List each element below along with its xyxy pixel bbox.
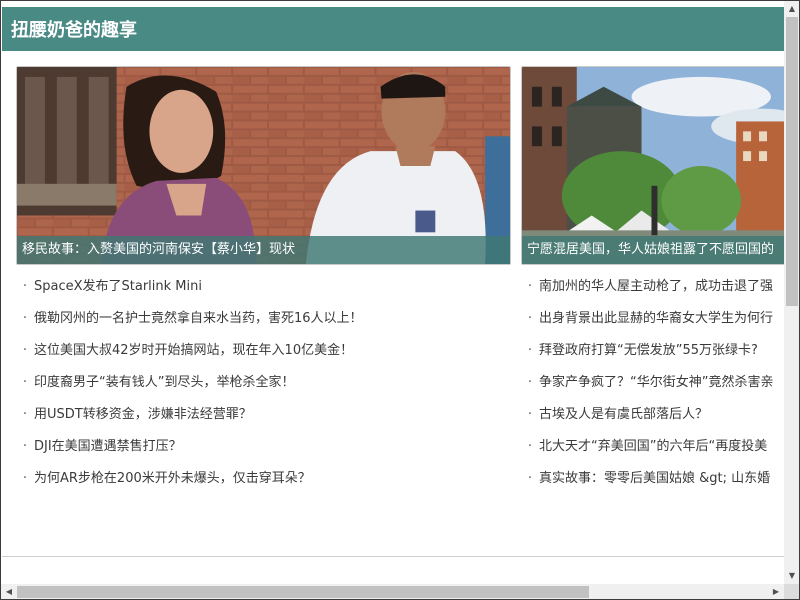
content-divider — [2, 556, 784, 557]
list-item[interactable]: · 拜登政府打算“无偿发放”55万张绿卡? — [521, 335, 784, 367]
list-item[interactable]: · DJI在美国遭遇禁售打压？ — [16, 431, 511, 463]
featured-card-left[interactable]: 移民故事：入赘美国的河南保安【蔡小华】现状 — [16, 66, 511, 265]
bullet: · — [22, 343, 28, 358]
scrollbar-corner — [784, 584, 799, 599]
list-item[interactable]: · 北大天才“弃美回国”的六年后“再度投美 — [521, 431, 784, 463]
featured-photo-town-street — [522, 67, 784, 264]
news-link[interactable]: SpaceX发布了Starlink Mini — [34, 279, 202, 294]
list-item[interactable]: · 用USDT转移资金，涉嫌非法经营罪？ — [16, 399, 511, 431]
featured-caption-left[interactable]: 移民故事：入赘美国的河南保安【蔡小华】现状 — [17, 236, 510, 264]
bullet: · — [527, 343, 533, 358]
list-item[interactable]: · 争家产争疯了？“华尔街女神”竟然杀害亲 — [521, 367, 784, 399]
list-item[interactable]: · 南加州的华人屋主动枪了，成功击退了强 — [521, 271, 784, 303]
scroll-left-arrow-icon[interactable]: ◀ — [1, 584, 17, 599]
vertical-scroll-thumb[interactable] — [786, 17, 798, 306]
featured-photo-brick-wall — [17, 67, 510, 264]
content-viewport: 移民故事：入赘美国的河南保安【蔡小华】现状 · SpaceX发布了Starlink… — [2, 51, 784, 556]
bullet: · — [22, 471, 28, 486]
news-link[interactable]: 古埃及人是有虞氏部落后人？ — [539, 407, 708, 422]
scroll-up-arrow-icon[interactable]: ▲ — [784, 1, 799, 17]
site-header: 扭腰奶爸的趣享 — [2, 7, 784, 51]
news-link[interactable]: 出身背景出此显赫的华裔女大学生为何行 — [539, 311, 773, 326]
bullet: · — [22, 407, 28, 422]
featured-card-right[interactable]: 宁愿混居美国，华人姑娘祖露了不愿回国的 — [521, 66, 784, 265]
news-link[interactable]: 北大天才“弃美回国”的六年后“再度投美 — [539, 439, 767, 454]
news-link[interactable]: 拜登政府打算“无偿发放”55万张绿卡? — [539, 343, 758, 358]
news-link[interactable]: 为何AR步枪在200米开外未爆头，仅击穿耳朵？ — [34, 471, 311, 486]
bullet: · — [527, 471, 533, 486]
site-title[interactable]: 扭腰奶爸的趣享 — [11, 19, 137, 43]
news-link[interactable]: 南加州的华人屋主动枪了，成功击退了强 — [539, 279, 773, 294]
list-item[interactable]: · SpaceX发布了Starlink Mini — [16, 271, 511, 303]
news-link[interactable]: 争家产争疯了？“华尔街女神”竟然杀害亲 — [539, 375, 773, 390]
news-link[interactable]: 这位美国大叔42岁时开始搞网站，现在年入10亿美金！ — [34, 343, 353, 358]
news-list-right: · 南加州的华人屋主动枪了，成功击退了强 · 出身背景出此显赫的华裔女大学生为何行 … — [521, 271, 784, 495]
bullet: · — [22, 279, 28, 294]
news-column-left: 移民故事：入赘美国的河南保安【蔡小华】现状 · SpaceX发布了Starlink… — [16, 51, 511, 556]
bullet: · — [527, 311, 533, 326]
list-item[interactable]: · 印度裔男子“装有钱人”到尽头，举枪杀全家！ — [16, 367, 511, 399]
scroll-down-arrow-icon[interactable]: ▼ — [784, 568, 799, 584]
bullet: · — [22, 375, 28, 390]
list-item[interactable]: · 出身背景出此显赫的华裔女大学生为何行 — [521, 303, 784, 335]
horizontal-scrollbar[interactable]: ◀ ▶ — [1, 584, 784, 599]
vertical-scrollbar[interactable]: ▲ ▼ — [784, 1, 799, 584]
news-link[interactable]: 印度裔男子“装有钱人”到尽头，举枪杀全家！ — [34, 375, 294, 390]
bullet: · — [22, 311, 28, 326]
news-link[interactable]: 用USDT转移资金，涉嫌非法经营罪？ — [34, 407, 252, 422]
news-link[interactable]: 真实故事：零零后美国姑娘 &gt; 山东婚 — [539, 471, 770, 486]
list-item[interactable]: · 这位美国大叔42岁时开始搞网站，现在年入10亿美金！ — [16, 335, 511, 367]
news-column-right: 宁愿混居美国，华人姑娘祖露了不愿回国的 · 南加州的华人屋主动枪了，成功击退了强 … — [521, 51, 784, 556]
bullet: · — [22, 439, 28, 454]
bullet: · — [527, 279, 533, 294]
featured-caption-right[interactable]: 宁愿混居美国，华人姑娘祖露了不愿回国的 — [522, 236, 784, 264]
horizontal-scroll-thumb[interactable] — [17, 586, 589, 598]
bullet: · — [527, 407, 533, 422]
list-item[interactable]: · 古埃及人是有虞氏部落后人？ — [521, 399, 784, 431]
bullet: · — [527, 375, 533, 390]
news-link[interactable]: DJI在美国遭遇禁售打压？ — [34, 439, 182, 454]
browser-frame: 扭腰奶爸的趣享 移民故事：入赘美国的河南保安【蔡小华】现状 · SpaceX发布… — [0, 0, 800, 600]
list-item[interactable]: · 俄勒冈州的一名护士竟然拿自来水当药，害死16人以上！ — [16, 303, 511, 335]
bullet: · — [527, 439, 533, 454]
scroll-right-arrow-icon[interactable]: ▶ — [768, 584, 784, 599]
news-list-left: · SpaceX发布了Starlink Mini · 俄勒冈州的一名护士竟然拿自来水… — [16, 271, 511, 495]
list-item[interactable]: · 为何AR步枪在200米开外未爆头，仅击穿耳朵？ — [16, 463, 511, 495]
news-link[interactable]: 俄勒冈州的一名护士竟然拿自来水当药，害死16人以上！ — [34, 311, 363, 326]
list-item[interactable]: · 真实故事：零零后美国姑娘 &gt; 山东婚 — [521, 463, 784, 495]
